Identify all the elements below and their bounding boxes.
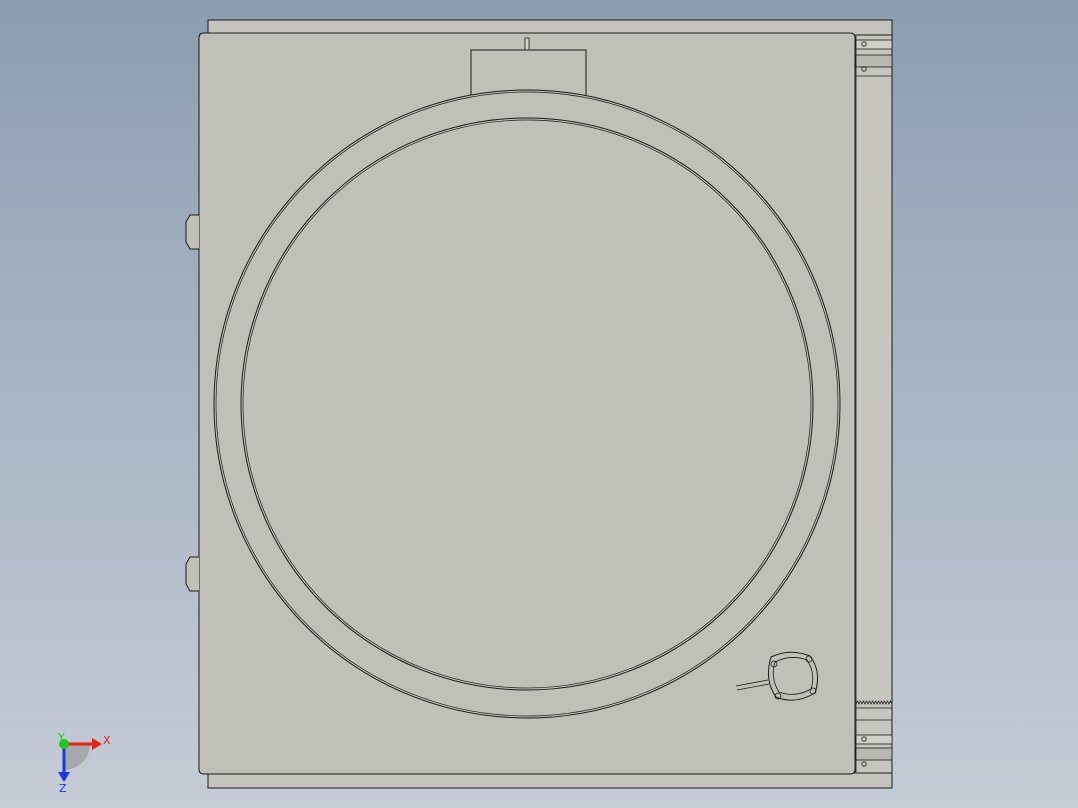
left-tab-bottom [185, 556, 199, 592]
y-axis-label: Y [57, 731, 65, 744]
inner-disc [240, 117, 814, 691]
coordinate-triad: X Z Y [57, 731, 111, 795]
y-axis-arrow: Y [57, 731, 69, 749]
x-axis-label: X [103, 734, 111, 747]
z-axis-label: Z [59, 782, 67, 795]
left-tab-top [185, 214, 199, 250]
cad-model-viewport[interactable]: X Z Y [0, 0, 1078, 808]
